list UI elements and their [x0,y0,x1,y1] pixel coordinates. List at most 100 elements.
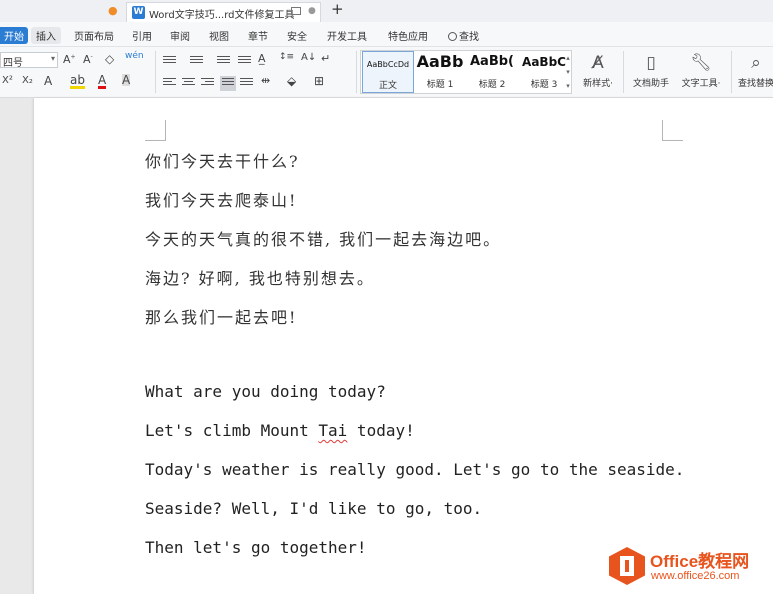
increase-indent-icon[interactable] [238,56,251,67]
distributed-icon[interactable] [240,78,253,89]
menu-tab-review[interactable]: 审阅 [170,28,190,43]
ribbon-divider [623,51,624,93]
new-style-label: 新样式· [583,79,613,89]
office-logo-icon [609,547,645,585]
align-center-icon[interactable] [182,78,195,89]
ribbon-divider [356,51,357,93]
paragraph-en-2-part1: Let's climb Mount [145,421,319,440]
ribbon-divider [155,51,156,93]
document-tab[interactable]: W Word文字技巧...rd文件修复工具 ● [126,2,321,22]
font-size-value: 四号 [3,58,23,69]
paragraph-en-4[interactable]: Seaside? Well, I'd like to go, too. [145,499,482,518]
style-name: 正文 [378,81,397,91]
clear-format-icon[interactable]: ◇ [105,52,114,66]
text-effect-icon[interactable]: A [44,74,52,88]
sort-icon[interactable]: A↓ [301,52,316,63]
find-replace-button[interactable]: ⌕ 查找替换 [736,50,773,94]
style-name: 标题 1 [426,80,454,90]
line-spacing-icon[interactable]: ↕≡ [279,52,294,62]
close-dot-icon[interactable]: ● [308,6,316,16]
spellcheck-word[interactable]: Tai [318,421,347,440]
numbered-list-icon[interactable] [190,56,203,67]
menu-tab-insert[interactable]: 插入 [31,27,61,44]
highlight-icon[interactable]: ab [70,74,85,89]
writer-doc-icon: W [132,6,145,19]
column-icon[interactable]: ⇹ [261,74,270,87]
chevron-down-icon: ▾ [50,54,55,63]
style-sample: AaBb [416,52,464,71]
new-tab-button[interactable]: + [331,0,344,18]
document-page[interactable]: 你们今天去干什么? 我们今天去爬泰山! 今天的天气真的很不错, 我们一起去海边吧… [34,98,773,594]
style-normal[interactable]: AaBbCcDd 正文 [362,51,414,93]
unsaved-dot-icon: ● [108,4,118,17]
canvas-margin [0,98,34,594]
margin-marker-top-left [145,120,166,141]
menu-tab-view[interactable]: 视图 [209,28,229,43]
style-name: 标题 3 [530,80,558,90]
paragraph-cn-5[interactable]: 那么我们一起去吧! [145,304,297,328]
char-shading-icon[interactable]: A [122,74,131,86]
document-tab-title: Word文字技巧...rd文件修复工具 [149,10,295,21]
new-style-button[interactable]: A̸ 新样式· [578,50,618,94]
subscript-icon[interactable]: X₂ [22,75,33,86]
superscript-icon[interactable]: X² [2,75,13,86]
paragraph-en-1[interactable]: What are you doing today? [145,382,386,401]
menu-tab-developer[interactable]: 开发工具 [327,28,367,43]
paragraph-cn-3[interactable]: 今天的天气真的很不错, 我们一起去海边吧。 [145,226,501,250]
menu-tab-references[interactable]: 引用 [132,28,152,43]
doc-assistant-button[interactable]: ▯ 文档助手 [629,50,673,94]
show-marks-icon[interactable]: ↵ [321,52,330,65]
phonetic-guide-icon[interactable]: wén [125,51,144,61]
style-gallery-scroll[interactable]: ▴ ▾ ▾ [564,51,572,93]
paragraph-en-5[interactable]: Then let's go together! [145,538,367,557]
font-color-icon[interactable]: A [98,74,107,89]
menu-search[interactable]: 查找 [448,28,479,43]
bullet-list-icon[interactable] [163,56,176,67]
text-direction-icon[interactable]: A̲ [258,52,266,65]
align-left-icon[interactable] [163,78,176,89]
ribbon-divider [731,51,732,93]
wrench-icon: 🔧︎ [690,53,712,73]
find-replace-label: 查找替换 [737,79,773,89]
font-size-select[interactable]: 四号 ▾ [0,52,58,69]
paragraph-en-3[interactable]: Today's weather is really good. Let's go… [145,460,684,479]
style-heading-2[interactable]: AaBb( 标题 2 [466,51,518,93]
new-style-icon: A̸ [592,53,604,73]
paragraph-cn-2[interactable]: 我们今天去爬泰山! [145,187,297,211]
grow-font-icon[interactable]: A+ [63,53,76,66]
menu-tab-page-layout[interactable]: 页面布局 [74,28,114,43]
menu-tab-features[interactable]: 特色应用 [388,28,428,43]
tab-bar: ● W Word文字技巧...rd文件修复工具 ● + [0,0,773,22]
border-icon[interactable]: ⊞ [314,74,324,88]
watermark-url: www.office26.com [651,570,740,582]
align-right-icon[interactable] [201,78,214,89]
paragraph-cn-1[interactable]: 你们今天去干什么? [145,148,300,172]
paragraph-cn-4[interactable]: 海边? 好啊, 我也特别想去。 [145,265,375,289]
style-name: 标题 2 [478,80,506,90]
justify-icon[interactable] [220,76,236,91]
menu-tab-chapter[interactable]: 章节 [248,28,268,43]
margin-marker-top-right [662,120,683,141]
text-tools-label: 文字工具· [681,79,721,89]
paragraph-en-2[interactable]: Let's climb Mount Tai today! [145,421,415,440]
ribbon: 四号 ▾ A+ A- ◇ wén X² X₂ A ab A A A̲ ↕≡ A↓… [0,47,773,98]
menu-tab-start[interactable]: 开始 [0,27,28,44]
shading-icon[interactable]: ⬙ [287,74,296,88]
menu-search-label: 查找 [459,32,479,43]
style-heading-3[interactable]: AaBbC 标题 3 [518,51,570,93]
style-sample: AaBb( [470,54,514,69]
style-gallery: AaBbCcDd 正文 AaBb 标题 1 AaBb( 标题 2 AaBbC 标… [360,50,572,94]
menu-bar: 开始 插入 页面布局 引用 审阅 视图 章节 安全 开发工具 特色应用 查找 [0,22,773,47]
decrease-indent-icon[interactable] [217,56,230,67]
doc-assistant-label: 文档助手 [632,79,669,89]
search-icon [448,32,457,41]
watermark-title: Office教程网 [650,552,750,571]
doc-assistant-icon: ▯ [646,53,656,73]
style-heading-1[interactable]: AaBb 标题 1 [414,51,466,93]
menu-tab-security[interactable]: 安全 [287,28,307,43]
monitor-icon[interactable] [291,7,301,15]
text-tools-button[interactable]: 🔧︎ 文字工具· [677,50,725,94]
style-sample: AaBbC [522,55,566,69]
shrink-font-icon[interactable]: A- [83,53,93,66]
site-watermark: Office教程网 www.office26.com [609,545,773,589]
